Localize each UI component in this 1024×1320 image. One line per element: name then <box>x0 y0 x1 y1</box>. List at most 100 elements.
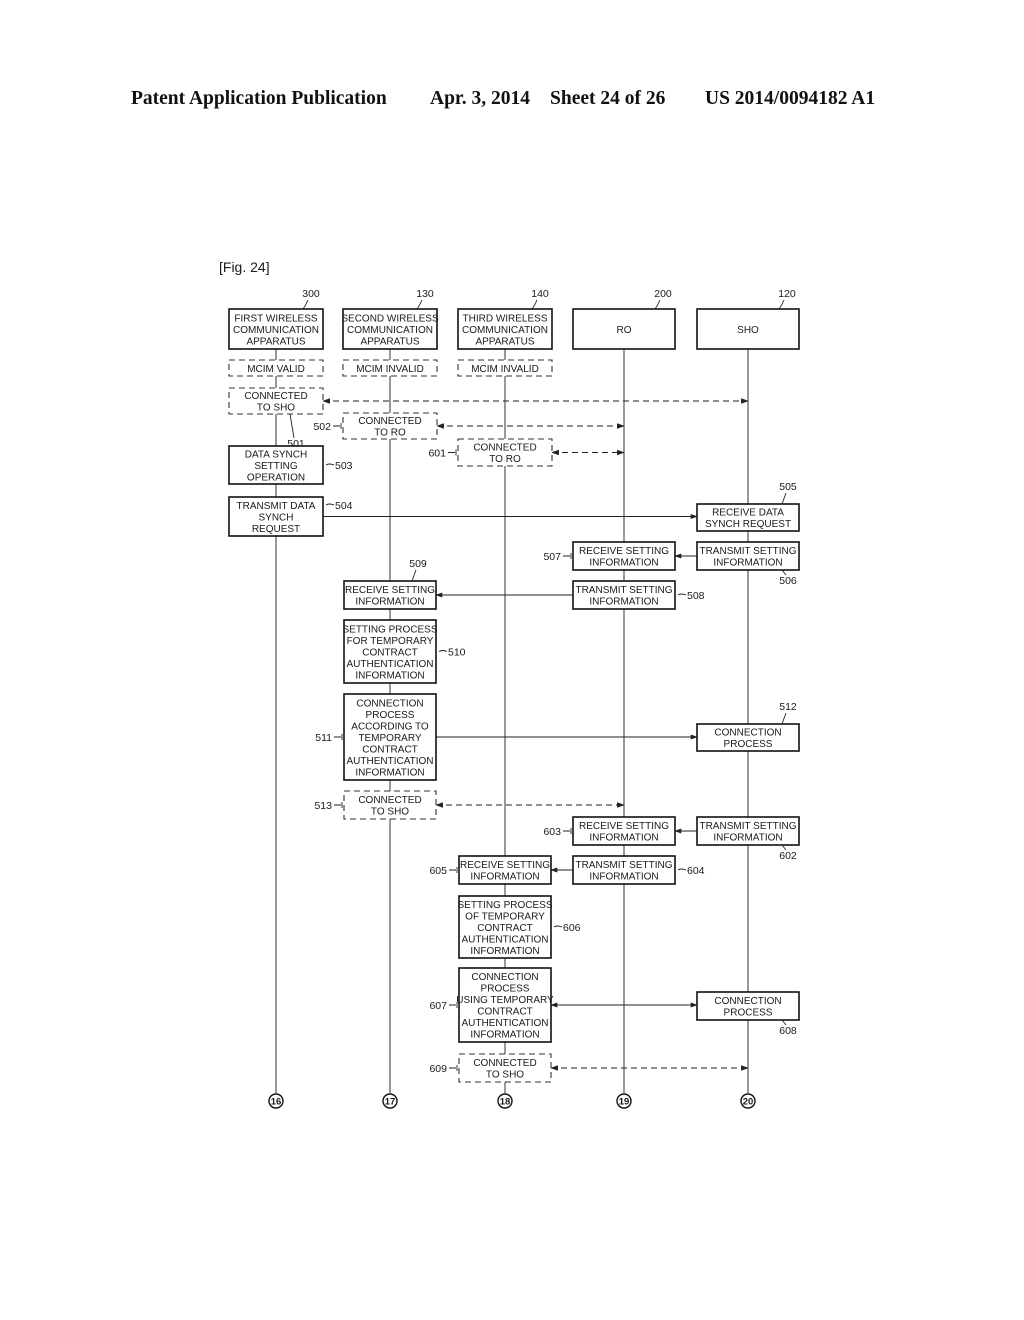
step-label-line: TRANSMIT SETTING <box>575 860 672 871</box>
step-label-line: TO SHO <box>486 1070 524 1081</box>
leader-line <box>563 828 572 834</box>
step-label-line: PROCESS <box>481 984 530 995</box>
step-label-line: PROCESS <box>724 1008 773 1019</box>
state-label-line: MCIM INVALID <box>471 364 539 375</box>
step-label-line: AUTHENTICATION <box>461 1018 548 1029</box>
step-label-line: FOR TEMPORARY <box>347 636 434 647</box>
off-page-connector: 17 <box>382 1093 398 1109</box>
step-601: CONNECTEDTO RO 601 <box>428 438 553 467</box>
step-label-line: CONNECTION <box>714 728 781 739</box>
step-604: TRANSMIT SETTINGINFORMATION 604 <box>572 855 705 885</box>
step-507: RECEIVE SETTINGINFORMATION 507 <box>543 541 676 571</box>
reference-number: 504 <box>335 500 353 512</box>
step-label-line: PROCESS <box>724 739 773 750</box>
leader-line <box>449 867 458 873</box>
leader-line <box>334 802 343 808</box>
connector-number: 18 <box>500 1097 511 1108</box>
state-label-line: MCIM VALID <box>247 364 305 375</box>
step-label-line: SYNCH <box>258 512 293 523</box>
step-label-line: RECEIVE DATA <box>712 508 784 519</box>
mcim-state-box: MCIM VALID <box>228 359 324 377</box>
step-label-line: CONNECTED <box>358 795 421 806</box>
connector-number: 20 <box>743 1097 754 1108</box>
off-page-connector: 19 <box>616 1093 632 1109</box>
figure-label: [Fig. 24] <box>219 259 270 275</box>
step-label-line: SYNCH REQUEST <box>705 519 791 530</box>
step-label-line: TO RO <box>489 454 521 465</box>
step-label-line: INFORMATION <box>355 670 424 681</box>
leader-line <box>531 299 538 310</box>
step-label-line: USING TEMPORARY <box>456 995 554 1006</box>
connector-number: 16 <box>271 1097 282 1108</box>
step-label-line: ACCORDING TO <box>351 721 429 732</box>
leader-line <box>416 299 423 310</box>
leader-line <box>781 492 787 505</box>
step-label-line: AUTHENTICATION <box>346 659 433 670</box>
mcim-state-box: MCIM INVALID <box>342 359 438 377</box>
entity-label-line: RO <box>617 325 632 336</box>
reference-number: 512 <box>779 701 797 713</box>
step-label-line: INFORMATION <box>470 1030 539 1041</box>
step-label-line: PROCESS <box>366 710 415 721</box>
step-label-line: SETTING PROCESS <box>342 624 437 635</box>
step-label-line: CONNECTION <box>471 972 538 983</box>
reference-number: 603 <box>543 826 561 838</box>
leader-line <box>302 299 309 310</box>
step-606: SETTING PROCESSOF TEMPORARYCONTRACTAUTHE… <box>457 895 581 959</box>
step-label-line: CONTRACT <box>477 1007 533 1018</box>
leader-line <box>781 712 787 725</box>
entity-label-line: COMMUNICATION <box>233 325 319 336</box>
leader-line <box>654 299 661 310</box>
leader-line <box>778 299 785 310</box>
step-label-line: TO RO <box>374 428 406 439</box>
step-label-line: RECEIVE SETTING <box>579 821 669 832</box>
step-label-line: CONNECTED <box>473 443 536 454</box>
leader-line <box>563 553 572 559</box>
step-605: RECEIVE SETTINGINFORMATION 605 <box>429 855 552 885</box>
step-502: CONNECTEDTO RO 502 <box>313 412 438 440</box>
step-label-line: TO SHO <box>371 807 409 818</box>
off-page-connector: 20 <box>740 1093 756 1109</box>
reference-number: 604 <box>687 865 705 877</box>
entity-label-line: SHO <box>737 325 759 336</box>
state-label-line: MCIM INVALID <box>356 364 424 375</box>
reference-number: 502 <box>313 421 331 433</box>
leader-line <box>333 423 342 429</box>
step-label-line: REQUEST <box>252 524 300 535</box>
leader-line <box>325 463 335 466</box>
reference-number: 605 <box>429 865 447 877</box>
entity-label-line: SECOND WIRELESS <box>341 313 439 324</box>
reference-number: 507 <box>543 551 561 563</box>
step-label-line: TRANSMIT DATA <box>237 501 316 512</box>
reference-number: 602 <box>779 850 797 862</box>
step-label-line: AUTHENTICATION <box>461 934 548 945</box>
step-607: CONNECTIONPROCESSUSING TEMPORARYCONTRACT… <box>429 967 554 1043</box>
step-label-line: CONTRACT <box>362 647 418 658</box>
leader-line <box>438 650 448 652</box>
reference-number: 300 <box>302 288 320 300</box>
step-label-line: TRANSMIT SETTING <box>575 585 672 596</box>
entity-label-line: COMMUNICATION <box>462 325 548 336</box>
step-label-line: OF TEMPORARY <box>465 911 545 922</box>
step-label-line: INFORMATION <box>713 558 782 569</box>
entity-label-line: THIRD WIRELESS <box>462 313 547 324</box>
reference-number: 511 <box>315 732 332 744</box>
reference-number: 608 <box>779 1025 797 1037</box>
entity-label-line: FIRST WIRELESS <box>234 313 317 324</box>
connector-number: 17 <box>385 1097 396 1108</box>
step-508: TRANSMIT SETTINGINFORMATION 508 <box>572 580 705 610</box>
step-label-line: OPERATION <box>247 472 305 483</box>
reference-number: 606 <box>563 922 581 934</box>
step-label-line: TO SHO <box>257 403 295 414</box>
lifeline-200: RO 200 19 <box>572 288 676 1109</box>
step-label-line: CONNECTED <box>358 416 421 427</box>
entity-label-line: COMMUNICATION <box>347 325 433 336</box>
step-label-line: INFORMATION <box>470 946 539 957</box>
leader-line <box>677 868 687 871</box>
leader-line <box>334 734 343 740</box>
leader-line <box>325 503 335 506</box>
reference-number: 510 <box>448 647 466 659</box>
off-page-connector: 16 <box>268 1093 284 1109</box>
step-label-line: SETTING <box>254 461 298 472</box>
step-label-line: INFORMATION <box>589 833 658 844</box>
